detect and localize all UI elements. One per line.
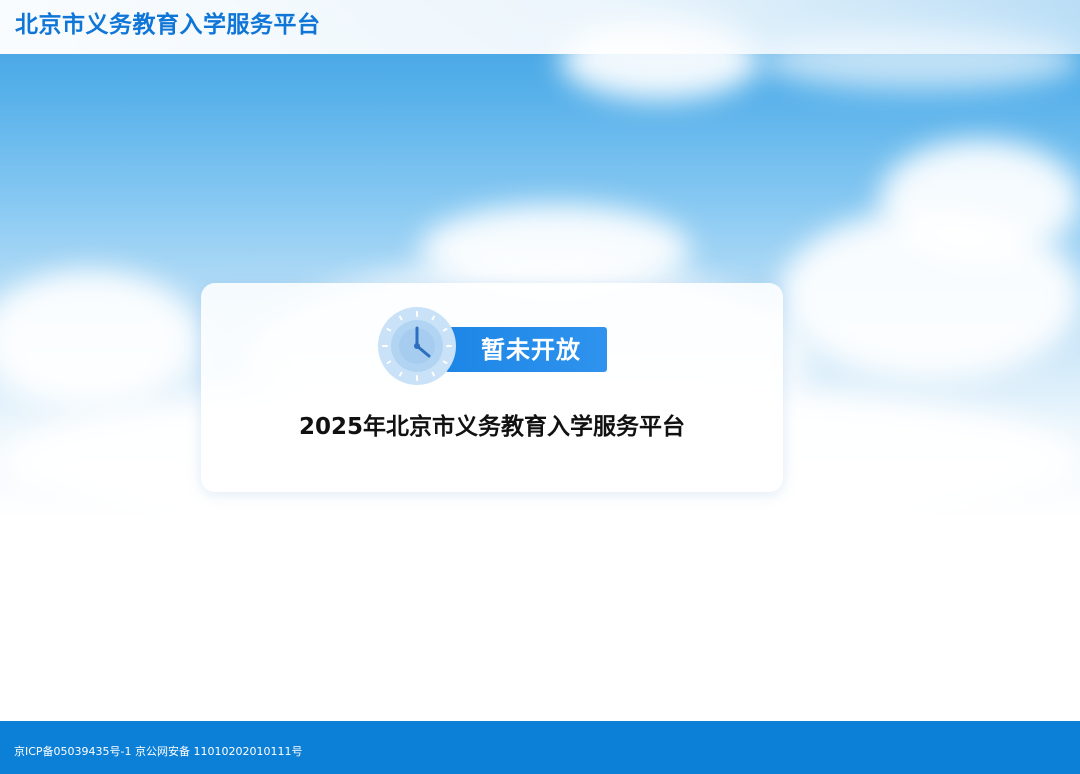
footer-records: 京ICP备05039435号-1 京公网安备 11010202010111号 (14, 745, 303, 759)
cloud (780, 210, 1080, 380)
cloud (0, 270, 200, 410)
site-title: 北京市义务教育入学服务平台 (15, 12, 321, 38)
icp-record-link[interactable]: 京ICP备05039435号-1 (14, 745, 132, 758)
police-record-link[interactable]: 京公网安备 11010202010111号 (135, 745, 302, 758)
status-badge: 暂未开放 (377, 306, 609, 386)
clock-icon (378, 307, 456, 385)
site-header: 北京市义务教育入学服务平台 (0, 0, 1080, 54)
site-footer: 京ICP备05039435号-1 京公网安备 11010202010111号 (0, 721, 1080, 774)
notice-title: 2025年北京市义务教育入学服务平台 (298, 414, 685, 440)
notice-card: 暂未开放 2025年北京市义务教育入学服务平台 (201, 283, 783, 492)
status-label: 暂未开放 (481, 335, 581, 364)
